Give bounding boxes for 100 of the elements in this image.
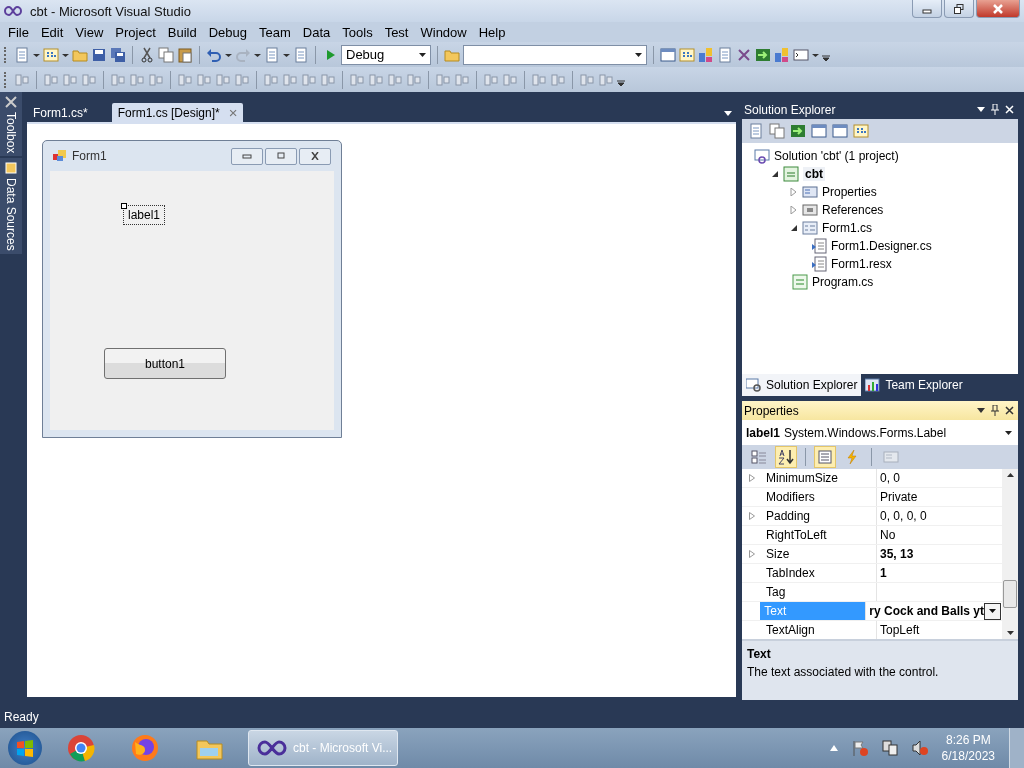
- tree-item[interactable]: Properties: [822, 185, 877, 199]
- menu-item[interactable]: Project: [109, 24, 162, 40]
- restore-button[interactable]: [944, 0, 974, 18]
- menu-item[interactable]: Data: [296, 24, 337, 40]
- menu-item[interactable]: Debug: [202, 24, 253, 40]
- object-selector[interactable]: label1 System.Windows.Forms.Label: [742, 420, 1018, 445]
- menu-item[interactable]: File: [2, 24, 35, 40]
- property-name[interactable]: MinimumSize: [762, 469, 877, 487]
- layout-icon[interactable]: [502, 71, 518, 88]
- browser-icon[interactable]: [67, 734, 95, 762]
- layout-icon[interactable]: [129, 71, 145, 88]
- layout-icon[interactable]: [320, 71, 336, 88]
- document-tab[interactable]: Form1.cs [Design]* ×: [111, 103, 244, 122]
- scrollbar[interactable]: [1002, 469, 1018, 639]
- property-name[interactable]: Tag: [762, 583, 877, 601]
- layout-icon[interactable]: [62, 71, 78, 88]
- close-icon[interactable]: [1005, 406, 1014, 415]
- layout-icon[interactable]: [263, 71, 279, 88]
- save-icon[interactable]: [91, 46, 107, 63]
- toolbar-button[interactable]: [775, 446, 797, 468]
- grid-icon[interactable]: [43, 46, 59, 63]
- menu-item[interactable]: Test: [378, 24, 415, 40]
- scissors-icon[interactable]: [139, 46, 155, 63]
- window-icon[interactable]: [660, 46, 676, 63]
- property-name[interactable]: Size: [762, 545, 877, 563]
- collapse-arrow-icon[interactable]: [790, 224, 798, 232]
- layout-icon[interactable]: [435, 71, 451, 88]
- menu-item[interactable]: View: [69, 24, 110, 40]
- tree-item[interactable]: Solution 'cbt' (1 project): [774, 149, 899, 163]
- blocks-icon[interactable]: [698, 46, 714, 63]
- tree-item[interactable]: Form1.cs: [822, 221, 872, 235]
- property-value[interactable]: Private: [877, 488, 1002, 506]
- layout-icon[interactable]: [43, 71, 59, 88]
- configuration-dropdown[interactable]: Debug: [341, 44, 431, 65]
- collapse-arrow-icon[interactable]: [771, 170, 779, 178]
- layout-icon[interactable]: [531, 71, 547, 88]
- layout-icon[interactable]: [148, 71, 164, 88]
- layout-icon[interactable]: [110, 71, 126, 88]
- layout-icon[interactable]: [177, 71, 193, 88]
- expand-arrow-icon[interactable]: [749, 474, 755, 482]
- tree-item[interactable]: Program.cs: [812, 275, 874, 289]
- dropdown-arrow-icon[interactable]: [724, 111, 732, 116]
- show-desktop-button[interactable]: [1009, 728, 1024, 768]
- document-icon[interactable]: [717, 46, 733, 63]
- property-name[interactable]: Padding: [762, 507, 877, 525]
- browser-icon[interactable]: [131, 734, 159, 762]
- menu-item[interactable]: Help: [472, 24, 512, 40]
- property-value[interactable]: 1: [877, 564, 1002, 582]
- layout-icon[interactable]: [215, 71, 231, 88]
- layout-icon[interactable]: [454, 71, 470, 88]
- expand-arrow-icon[interactable]: [790, 188, 798, 196]
- tree-item[interactable]: Form1.Designer.cs: [831, 239, 932, 253]
- expand-arrow-icon[interactable]: [749, 550, 755, 558]
- grid-icon[interactable]: [853, 123, 869, 139]
- layout-icon[interactable]: [406, 71, 422, 88]
- grid-icon[interactable]: [679, 46, 695, 63]
- expand-arrow-icon[interactable]: [749, 512, 755, 520]
- scroll-down-icon[interactable]: [1006, 631, 1014, 635]
- dropdown-arrow-icon[interactable]: [977, 408, 985, 413]
- layout-icon[interactable]: [196, 71, 212, 88]
- property-name[interactable]: TabIndex: [762, 564, 877, 582]
- side-tab[interactable]: Data Sources: [0, 158, 22, 255]
- layout-icon[interactable]: [14, 71, 30, 88]
- menu-item[interactable]: Build: [161, 24, 203, 40]
- console-icon[interactable]: [793, 46, 809, 63]
- layout-icon[interactable]: [550, 71, 566, 88]
- resize-handle[interactable]: [121, 203, 127, 209]
- layout-icon[interactable]: [483, 71, 499, 88]
- blocks-icon[interactable]: [774, 46, 790, 63]
- property-value[interactable]: TopLeft: [877, 621, 1002, 639]
- menu-item[interactable]: Window: [414, 24, 473, 40]
- layout-icon[interactable]: [387, 71, 403, 88]
- clipboard-icon[interactable]: [177, 46, 193, 63]
- property-value[interactable]: 0, 0, 0, 0: [877, 507, 1002, 525]
- close-button[interactable]: [976, 0, 1020, 18]
- scroll-up-icon[interactable]: [1006, 473, 1014, 477]
- flag-icon[interactable]: [851, 740, 868, 756]
- document-tab[interactable]: Form1.cs*: [27, 103, 94, 122]
- up-arrow-icon[interactable]: [829, 745, 838, 751]
- speaker-muted-icon[interactable]: [911, 740, 928, 756]
- copy-icon[interactable]: [769, 123, 785, 139]
- property-value[interactable]: 0, 0: [877, 469, 1002, 487]
- button-control[interactable]: button1: [104, 348, 226, 379]
- menu-item[interactable]: Team: [253, 24, 297, 40]
- tree-item[interactable]: cbt: [803, 167, 825, 181]
- save-all-icon[interactable]: [110, 46, 126, 63]
- property-name[interactable]: Modifiers: [762, 488, 877, 506]
- scroll-thumb[interactable]: [1003, 580, 1017, 608]
- menu-item[interactable]: Edit: [34, 24, 70, 40]
- side-tab[interactable]: Toolbox: [0, 92, 22, 157]
- layout-icon[interactable]: [349, 71, 365, 88]
- network-icon[interactable]: [881, 740, 898, 756]
- menu-item[interactable]: Tools: [336, 24, 379, 40]
- layout-icon[interactable]: [81, 71, 97, 88]
- property-value[interactable]: 35, 13: [877, 545, 1002, 563]
- window-icon[interactable]: [811, 123, 827, 139]
- window-icon[interactable]: [832, 123, 848, 139]
- platform-dropdown[interactable]: [463, 44, 647, 65]
- layout-icon[interactable]: [368, 71, 384, 88]
- panel-tab[interactable]: Solution Explorer: [742, 374, 862, 396]
